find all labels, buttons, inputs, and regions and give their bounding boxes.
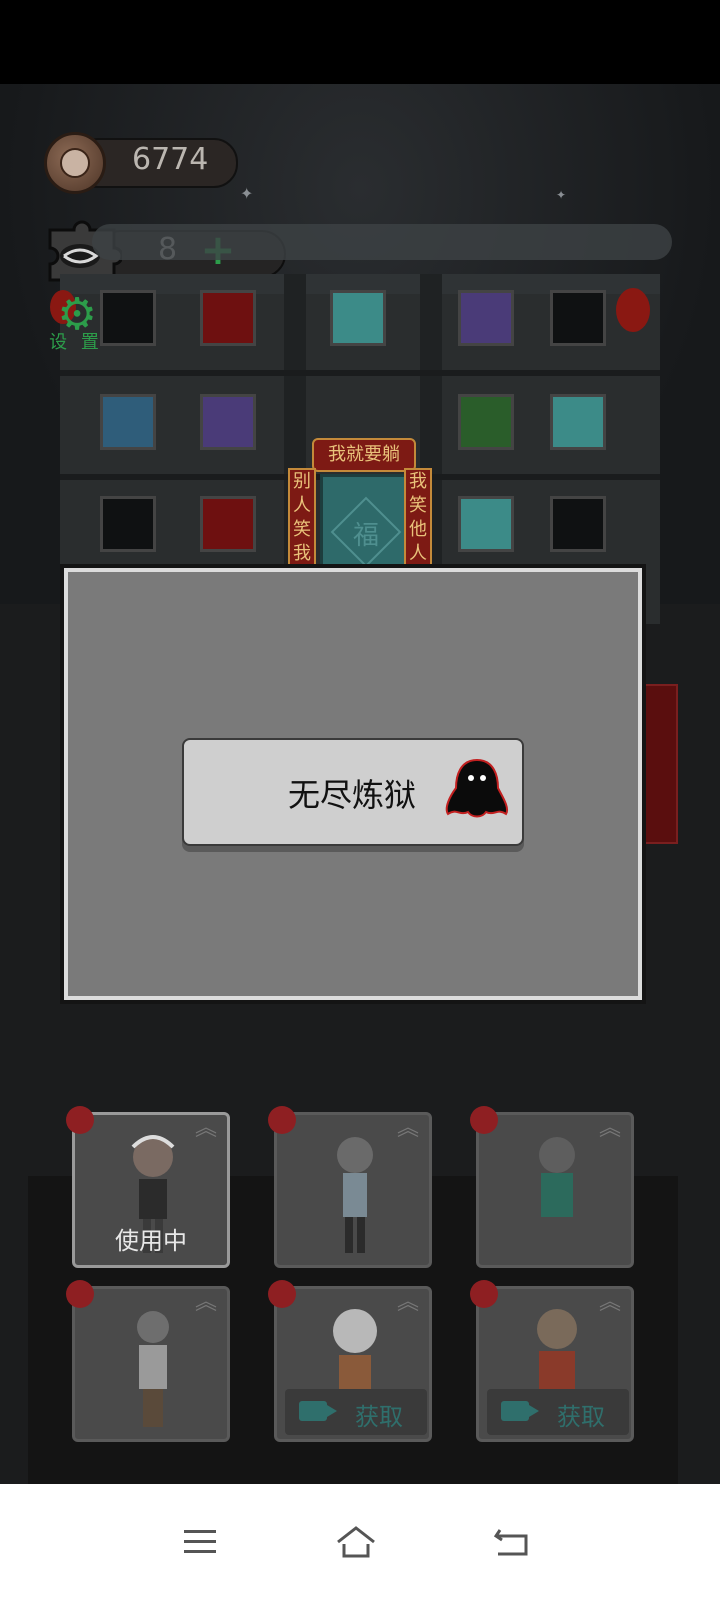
window [100,496,156,552]
in-use-label: 使用中 [115,1227,187,1255]
roof-snow [92,224,672,260]
video-camera-icon [501,1401,539,1421]
notification-dot [470,1106,498,1134]
character-card[interactable]: ︽ 获取 [476,1286,634,1442]
notification-dot [470,1280,498,1308]
couplet-left: 别人笑我太 [288,468,316,588]
window [458,394,514,450]
notification-dot [268,1280,296,1308]
character-card[interactable]: ︽ [274,1112,432,1268]
get-by-video-button[interactable]: 获取 [487,1389,629,1435]
building-sign: 我就要躺 [312,438,416,472]
notification-dot [268,1106,296,1134]
window [200,290,256,346]
red-lantern-icon [616,288,650,332]
window [458,290,514,346]
settings-label: 设 置 [49,332,103,353]
star-icon: ✦ [240,184,254,203]
notification-dot [66,1280,94,1308]
side-tab[interactable] [640,684,678,844]
upgrade-chevron-icon: ︽ [598,1290,621,1315]
window [550,290,606,346]
window [200,496,256,552]
window [458,496,514,552]
upgrade-chevron-icon: ︽ [396,1116,419,1141]
window [100,290,156,346]
window [200,394,256,450]
character-card[interactable]: ︽ [476,1112,634,1268]
window [100,394,156,450]
character-card[interactable]: ︽ [72,1286,230,1442]
character-bearded-man-avatar [539,1137,575,1253]
menu-icon[interactable] [178,1520,222,1564]
character-boy-glasses-avatar [337,1137,373,1253]
floor-divider [60,370,660,376]
coin-value: 6774 [132,142,209,177]
status-bar [0,0,720,84]
window [550,394,606,450]
get-label: 获取 [557,1403,605,1431]
video-camera-icon [299,1401,337,1421]
upgrade-chevron-icon: ︽ [194,1116,217,1141]
settings-button[interactable]: ⚙ 设 置 [48,293,104,356]
ghost-icon [445,758,508,818]
notification-dot [66,1106,94,1134]
upgrade-chevron-icon: ︽ [396,1290,419,1315]
star-icon: ✦ [556,188,567,202]
system-nav-bar [0,1484,720,1600]
window [330,290,386,346]
get-label: 获取 [355,1403,403,1431]
character-card[interactable]: ︽ 获取 [274,1286,432,1442]
mode-button-label: 无尽炼狱 [288,776,417,814]
couplet-right: 我笑他人躺 [404,468,432,588]
upgrade-chevron-icon: ︽ [194,1290,217,1315]
home-icon[interactable] [334,1520,378,1564]
upgrade-chevron-icon: ︽ [598,1116,621,1141]
character-card[interactable]: ︽ 使用中 [72,1112,230,1268]
get-by-video-button[interactable]: 获取 [285,1389,427,1435]
door-fu-character: 福 [352,521,379,551]
coin-counter: 6774 [44,132,238,194]
window [550,496,606,552]
back-icon[interactable] [490,1520,534,1564]
character-woman-bun-avatar [137,1311,169,1427]
coin-icon [44,132,106,194]
endless-purgatory-button[interactable]: 无尽炼狱 [182,738,524,846]
